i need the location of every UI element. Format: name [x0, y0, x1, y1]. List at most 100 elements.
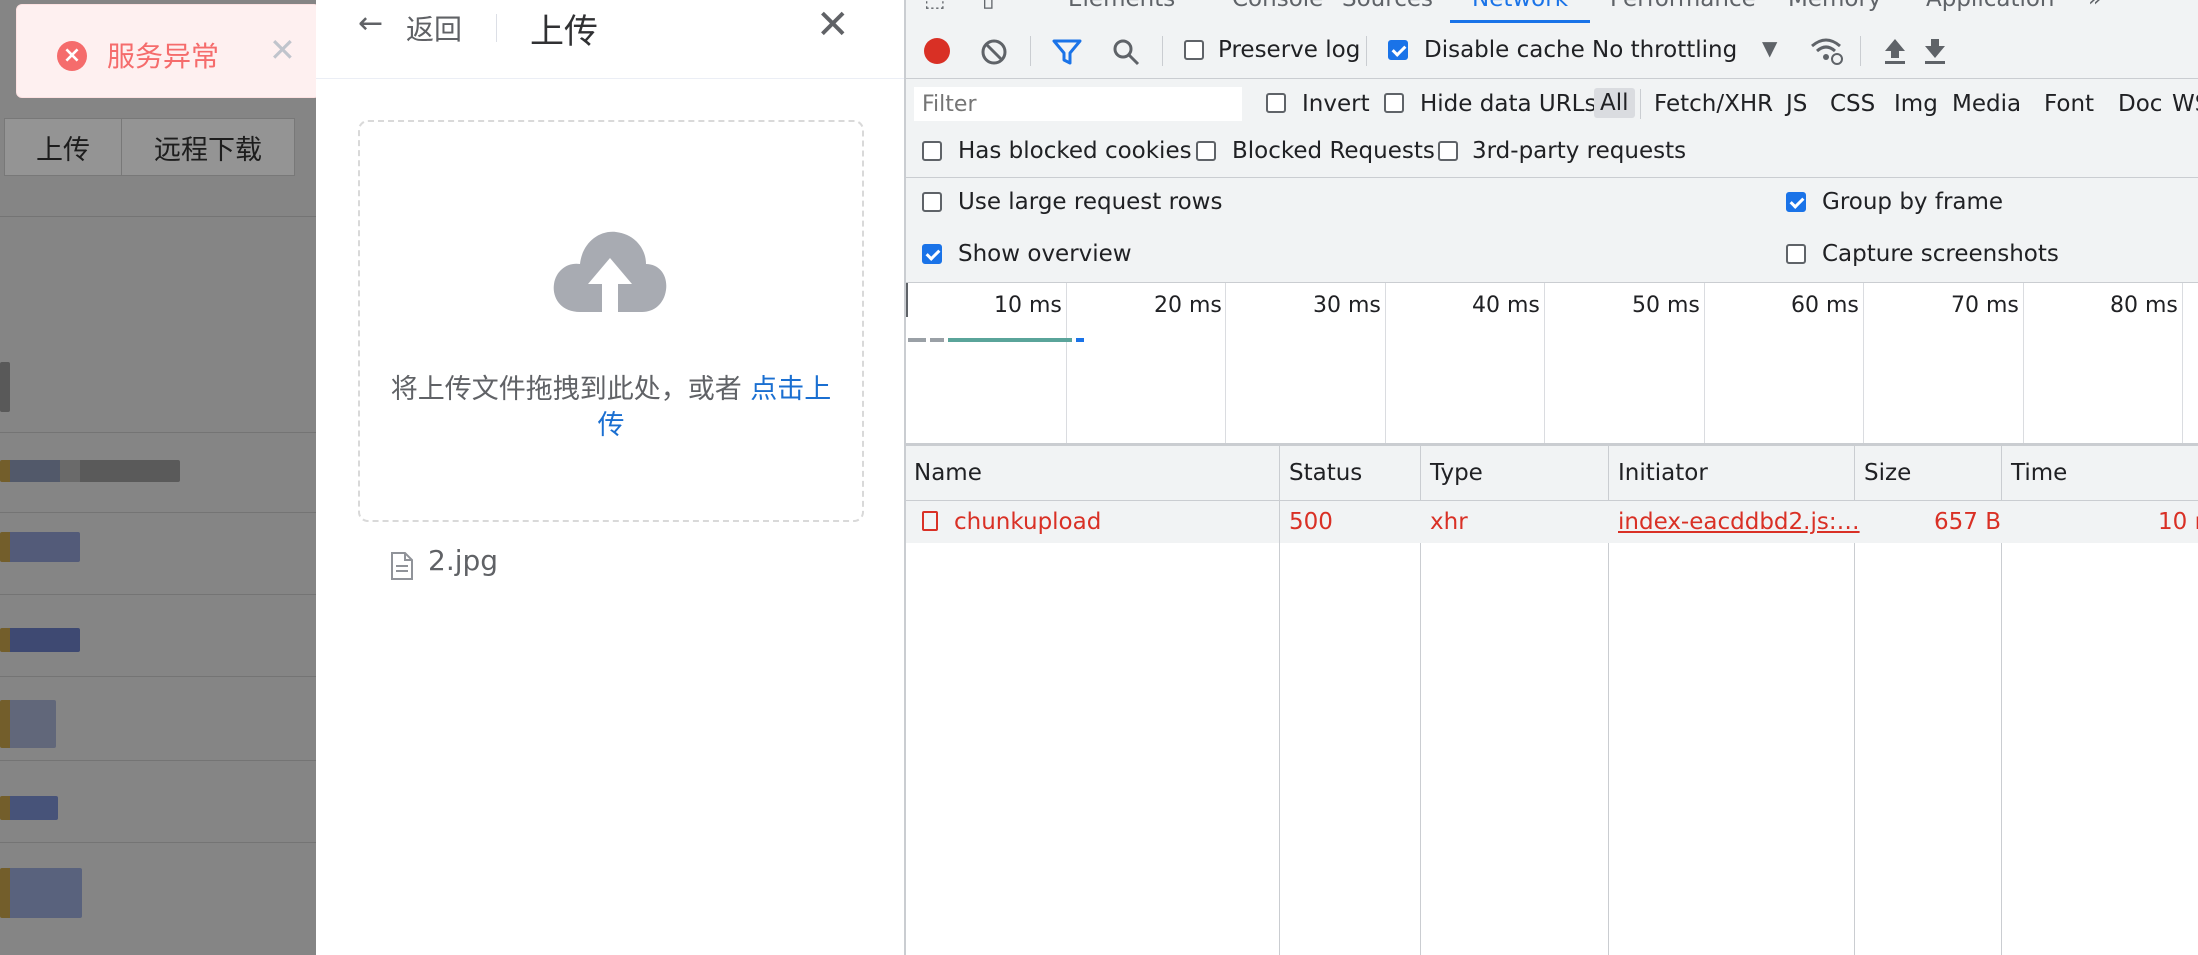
overview-tick — [1704, 283, 1705, 443]
requests-table-header: Name Status Type Initiator Size Time — [906, 446, 2198, 501]
large-rows-checkbox[interactable] — [922, 192, 942, 212]
back-arrow-icon[interactable]: ← — [358, 6, 383, 41]
type-font[interactable]: Font — [2044, 91, 2094, 117]
type-all[interactable]: All — [1594, 88, 1635, 118]
tab-memory[interactable]: Memory — [1788, 0, 1882, 12]
tab-console[interactable]: Console — [1232, 0, 1323, 12]
export-har-icon[interactable] — [1922, 36, 1948, 66]
has-blocked-cookies-checkbox[interactable] — [922, 141, 942, 161]
overview-tick — [1863, 283, 1864, 443]
toolbar-separator — [1162, 36, 1163, 66]
toolbar-separator — [1366, 36, 1367, 66]
overview-tick — [1066, 283, 1067, 443]
file-name: 2.jpg — [428, 544, 499, 577]
overview-tick-label: 50 ms — [1632, 293, 1700, 318]
document-icon — [391, 552, 413, 580]
devtools-tabbar: ⬚ ▯ Elements Console Sources Network Per… — [906, 0, 2198, 25]
type-js[interactable]: JS — [1786, 91, 1807, 117]
column-name[interactable]: Name — [914, 460, 982, 486]
tab-elements[interactable]: Elements — [1068, 0, 1175, 12]
blocked-requests-checkbox[interactable] — [1196, 141, 1216, 161]
has-blocked-cookies-label: Has blocked cookies — [958, 138, 1192, 164]
third-party-checkbox[interactable] — [1438, 141, 1458, 161]
back-button[interactable]: 返回 — [406, 8, 462, 48]
column-size[interactable]: Size — [1864, 460, 1911, 486]
filter-bar: Invert Hide data URLs All Fetch/XHR JS C… — [906, 79, 2198, 178]
type-doc[interactable]: Doc — [2118, 91, 2162, 117]
network-overview[interactable]: 10 ms 20 ms 30 ms 40 ms 50 ms 60 ms 70 m… — [906, 283, 2198, 446]
request-name[interactable]: chunkupload — [954, 509, 1101, 535]
app-background: 上传 远程下载 — [0, 0, 316, 955]
import-har-icon[interactable] — [1882, 36, 1908, 66]
toolbar-separator — [1640, 89, 1641, 119]
invert-label: Invert — [1302, 91, 1370, 117]
request-initiator-link[interactable]: index-eacddbd2.js:… — [1618, 509, 1860, 535]
clear-icon[interactable] — [980, 38, 1008, 66]
device-toolbar-icon[interactable]: ▯ — [982, 0, 995, 12]
type-media[interactable]: Media — [1952, 91, 2021, 117]
preserve-log-checkbox[interactable] — [1184, 40, 1204, 60]
inspect-icon[interactable]: ⬚ — [924, 0, 946, 12]
throttling-select[interactable]: No throttling — [1592, 37, 1737, 63]
upload-drawer: ← 返回 上传 ✕ 将上传文件拖拽到此处，或者 点击上传 2.jpg — [316, 0, 904, 955]
dropdown-arrow-icon[interactable]: ▼ — [1762, 36, 1777, 60]
network-settings: Use large request rows Show overview Gro… — [906, 178, 2198, 283]
overview-tick — [2182, 283, 2183, 443]
filter-input[interactable] — [914, 87, 1242, 121]
disable-cache-checkbox[interactable] — [1388, 40, 1408, 60]
tab-application[interactable]: Application — [1926, 0, 2055, 12]
overview-tick — [1385, 283, 1386, 443]
request-size: 657 B — [1934, 509, 2001, 535]
modal-overlay[interactable] — [0, 0, 316, 955]
devtools-panel: ⬚ ▯ Elements Console Sources Network Per… — [904, 0, 2198, 955]
upload-dropzone[interactable]: 将上传文件拖拽到此处，或者 点击上传 — [358, 120, 864, 522]
type-ws[interactable]: WS — [2172, 91, 2198, 117]
overview-tick — [1544, 283, 1545, 443]
preserve-log-label: Preserve log — [1218, 37, 1361, 63]
overview-tick-label: 80 ms — [2110, 293, 2178, 318]
large-rows-label: Use large request rows — [958, 189, 1223, 215]
request-time: 10 r — [2158, 509, 2198, 535]
type-img[interactable]: Img — [1894, 91, 1938, 117]
overview-tick — [906, 283, 908, 317]
tab-performance[interactable]: Performance — [1610, 0, 1756, 12]
search-icon[interactable] — [1112, 38, 1140, 66]
dropzone-hint-text: 将上传文件拖拽到此处，或者 — [390, 374, 751, 405]
more-tabs-icon[interactable]: » — [2088, 0, 2102, 12]
dropzone-hint: 将上传文件拖拽到此处，或者 点击上传 — [360, 372, 862, 444]
table-row[interactable]: chunkupload 500 xhr index-eacddbd2.js:… … — [906, 501, 2198, 543]
third-party-label: 3rd-party requests — [1472, 138, 1687, 164]
overview-tick-label: 10 ms — [994, 293, 1062, 318]
hide-data-urls-checkbox[interactable] — [1384, 93, 1404, 113]
capture-screenshots-label: Capture screenshots — [1822, 241, 2059, 267]
record-icon[interactable] — [924, 38, 950, 64]
close-icon[interactable]: ✕ — [269, 31, 296, 69]
column-time[interactable]: Time — [2011, 460, 2067, 486]
overview-tick — [2023, 283, 2024, 443]
tab-network[interactable]: Network — [1472, 0, 1568, 12]
tab-sources[interactable]: Sources — [1342, 0, 1433, 12]
overview-request-bar — [908, 338, 1084, 342]
filter-icon[interactable] — [1052, 38, 1082, 66]
overview-tick-label: 20 ms — [1154, 293, 1222, 318]
type-fetch-xhr[interactable]: Fetch/XHR — [1654, 91, 1773, 117]
header-divider — [496, 14, 497, 42]
column-status[interactable]: Status — [1289, 460, 1362, 486]
show-overview-label: Show overview — [958, 241, 1132, 267]
overview-tick — [1225, 283, 1226, 443]
request-status: 500 — [1289, 509, 1333, 535]
group-by-frame-checkbox[interactable] — [1786, 192, 1806, 212]
disable-cache-label: Disable cache — [1424, 37, 1585, 63]
close-icon[interactable]: ✕ — [816, 2, 850, 48]
type-css[interactable]: CSS — [1830, 91, 1875, 117]
blocked-requests-label: Blocked Requests — [1232, 138, 1435, 164]
overview-tick-label: 40 ms — [1472, 293, 1540, 318]
column-initiator[interactable]: Initiator — [1618, 460, 1708, 486]
capture-screenshots-checkbox[interactable] — [1786, 244, 1806, 264]
drawer-title: 上传 — [530, 12, 598, 52]
network-conditions-icon[interactable] — [1810, 36, 1844, 66]
show-overview-checkbox[interactable] — [922, 244, 942, 264]
column-type[interactable]: Type — [1430, 460, 1483, 486]
overview-tick-label: 60 ms — [1791, 293, 1859, 318]
invert-checkbox[interactable] — [1266, 93, 1286, 113]
